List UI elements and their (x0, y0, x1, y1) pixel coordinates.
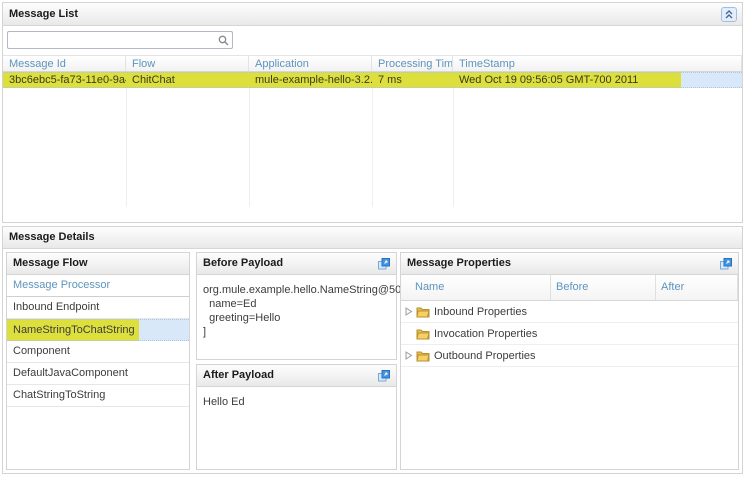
column-header-after[interactable]: After (656, 275, 738, 300)
cell-processing-time: 7 ms (372, 73, 453, 87)
message-list-body: 3bc6ebc5-fa73-11e0-9a4c-73b ChitChat mul… (3, 72, 742, 207)
message-properties-header-row: Name Before After (401, 275, 738, 301)
processor-item[interactable]: Inbound Endpoint (7, 297, 189, 319)
message-row[interactable]: 3bc6ebc5-fa73-11e0-9a4c-73b ChitChat mul… (3, 72, 742, 88)
message-list-header-row: Message Id Flow Application Processing T… (3, 55, 742, 72)
column-header-flow[interactable]: Flow (126, 56, 249, 71)
column-separator (372, 72, 373, 207)
collapse-panel-button[interactable] (721, 7, 737, 22)
tree-row-outbound-properties[interactable]: Outbound Properties (401, 345, 738, 367)
popout-icon (720, 258, 732, 270)
cell-timestamp: Wed Oct 19 09:56:05 GMT-700 2011 (453, 73, 742, 87)
after-payload-titlebar: After Payload (197, 365, 396, 387)
message-flow-titlebar: Message Flow (7, 253, 189, 275)
processor-item[interactable]: Component (7, 341, 189, 363)
column-header-name[interactable]: Name (401, 275, 551, 300)
message-details-panel: Message Details Message Flow Message Pro… (2, 226, 743, 474)
message-details-body: Message Flow Message Processor Inbound E… (3, 249, 742, 473)
column-separator (126, 72, 127, 207)
column-header-message-processor[interactable]: Message Processor (7, 275, 189, 297)
processor-list: Inbound Endpoint NameStringToChatString … (7, 297, 189, 407)
message-list-panel: Message List Message Id Flow Application… (2, 2, 743, 223)
message-list-titlebar: Message List (3, 3, 742, 26)
message-list-title: Message List (9, 8, 78, 20)
tree-label: Outbound Properties (434, 350, 536, 362)
popout-icon (378, 258, 390, 270)
column-header-application[interactable]: Application (249, 56, 372, 71)
search-input[interactable] (10, 33, 214, 47)
before-payload-title: Before Payload (203, 257, 283, 269)
message-properties-titlebar: Message Properties (401, 253, 738, 275)
popout-icon (378, 370, 390, 382)
tree-row-inbound-properties[interactable]: Inbound Properties (401, 301, 738, 323)
expand-arrow-icon[interactable] (405, 307, 416, 316)
search-box (7, 31, 233, 49)
popout-button[interactable] (378, 370, 390, 382)
tree-label: Inbound Properties (434, 306, 527, 318)
payload-line: org.mule.example.hello.NameString@503606… (203, 284, 429, 296)
message-properties-title: Message Properties (407, 257, 511, 269)
payload-line: greeting=Hello (203, 312, 280, 324)
processor-item-selected[interactable]: NameStringToChatString (7, 319, 189, 341)
cell-application: mule-example-hello-3.2.0 (249, 73, 372, 87)
folder-icon (416, 328, 430, 340)
message-flow-title: Message Flow (13, 257, 88, 269)
message-flow-panel: Message Flow Message Processor Inbound E… (6, 252, 190, 470)
column-separator (249, 72, 250, 207)
after-payload-panel: After Payload Hello Ed (196, 364, 397, 470)
search-icon[interactable] (218, 35, 229, 46)
cell-flow: ChitChat (126, 73, 249, 87)
message-list-toolbar (3, 26, 742, 55)
column-header-message-id[interactable]: Message Id (3, 56, 126, 71)
after-payload-content: Hello Ed (197, 387, 396, 417)
column-header-timestamp[interactable]: TimeStamp (453, 56, 742, 71)
column-separator (453, 72, 454, 207)
after-payload-title: After Payload (203, 369, 274, 381)
processor-item[interactable]: DefaultJavaComponent (7, 363, 189, 385)
folder-icon (416, 306, 430, 318)
folder-icon (416, 350, 430, 362)
payload-line: ] (203, 326, 206, 338)
double-chevron-up-icon (724, 10, 734, 19)
processor-item[interactable]: ChatStringToString (7, 385, 189, 407)
before-payload-titlebar: Before Payload (197, 253, 396, 275)
message-details-title: Message Details (9, 231, 95, 243)
tree-label: Invocation Properties (434, 328, 537, 340)
tree-row-invocation-properties[interactable]: Invocation Properties (401, 323, 738, 345)
column-header-processing-time[interactable]: Processing Time (372, 56, 453, 71)
message-properties-panel: Message Properties Name Before After (400, 252, 739, 470)
popout-button[interactable] (378, 258, 390, 270)
popout-button[interactable] (720, 258, 732, 270)
properties-tree: Inbound Properties Invocation Properties (401, 301, 738, 367)
cell-message-id: 3bc6ebc5-fa73-11e0-9a4c-73b (3, 73, 126, 87)
expand-arrow-icon[interactable] (405, 351, 416, 360)
message-details-titlebar: Message Details (3, 227, 742, 249)
payload-line: name=Ed (203, 298, 257, 310)
before-payload-content: org.mule.example.hello.NameString@503606… (197, 275, 396, 347)
column-header-before[interactable]: Before (551, 275, 656, 300)
before-payload-panel: Before Payload org.mule.example.hello.Na… (196, 252, 397, 360)
